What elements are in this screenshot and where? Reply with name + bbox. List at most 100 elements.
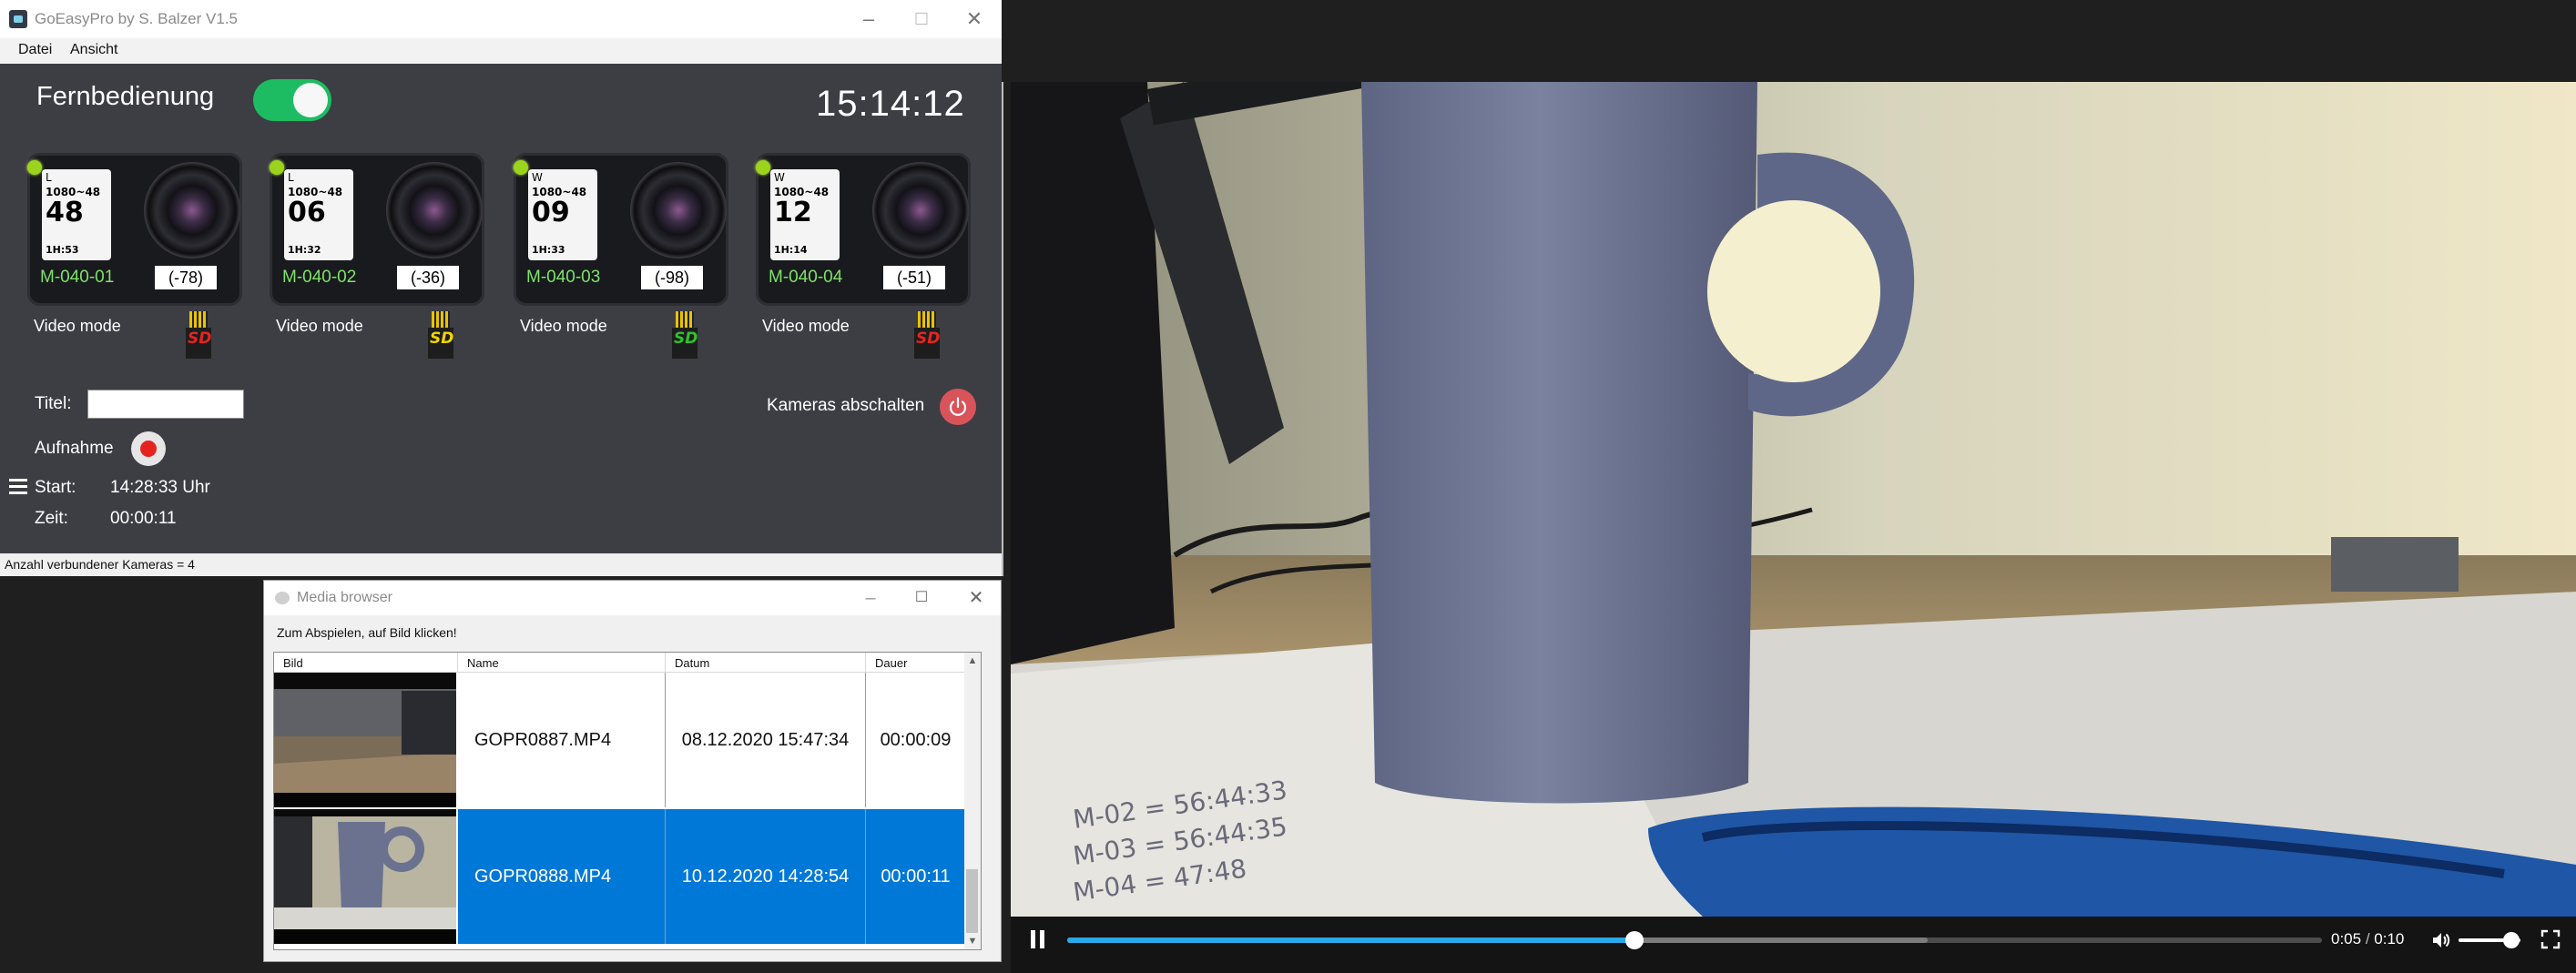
- camera-screen-time: 1H:53: [46, 244, 79, 256]
- played-range: [1067, 938, 1634, 943]
- row-duration: 00:00:11: [866, 809, 966, 944]
- column-header-datum[interactable]: Datum: [666, 653, 866, 673]
- power-off-button[interactable]: [940, 389, 976, 425]
- vertical-scrollbar[interactable]: ▲ ▼: [964, 653, 981, 949]
- title-input[interactable]: [87, 390, 244, 419]
- row-date: 08.12.2020 15:47:34: [666, 673, 866, 807]
- menu-bar: Datei Ansicht: [0, 38, 1002, 64]
- camera-status-led: [270, 160, 284, 175]
- scroll-down-arrow-icon[interactable]: ▼: [964, 933, 981, 949]
- clock: 15:14:12: [816, 84, 965, 124]
- camera-tile[interactable]: W 1080~48 12 1H:14 M-040-04 (-51): [756, 153, 974, 308]
- video-frame[interactable]: M-02 = 56:44:33 M-03 = 56:44:35 M-04 = 4…: [1011, 82, 2576, 973]
- seek-bar[interactable]: [1067, 931, 2322, 949]
- player-controls: 0:05 / 0:10: [1011, 917, 2576, 963]
- pause-button[interactable]: [1031, 930, 1045, 948]
- media-browser-window: Media browser – ☐ ✕ Zum Abspielen, auf B…: [263, 580, 1002, 962]
- table-row[interactable]: GOPR0887.MP4 08.12.2020 15:47:34 00:00:0…: [274, 673, 966, 807]
- time-display: 0:05 / 0:10: [2331, 930, 2404, 948]
- video-frame-image: M-02 = 56:44:33 M-03 = 56:44:35 M-04 = 4…: [1011, 82, 2576, 973]
- app-icon: [9, 10, 27, 28]
- power-icon: [949, 397, 967, 416]
- camera-tile[interactable]: L 1080~48 06 1H:32 M-040-02 (-36): [270, 153, 488, 308]
- volume-handle[interactable]: [2502, 932, 2520, 948]
- video-thumbnail[interactable]: [274, 809, 456, 944]
- camera-signal: (-51): [883, 266, 945, 289]
- fullscreen-icon[interactable]: [2540, 929, 2561, 949]
- camera-screen: W 1080~48 09 1H:33: [528, 169, 597, 260]
- start-value: 14:28:33 Uhr: [110, 478, 210, 497]
- camera-lens: [872, 162, 969, 258]
- media-app-icon: [275, 592, 290, 604]
- media-title-bar[interactable]: Media browser – ☐ ✕: [264, 581, 1001, 615]
- goeasypro-window: GoEasyPro by S. Balzer V1.5 – ☐ ✕ Datei …: [0, 0, 1003, 576]
- volume-icon[interactable]: [2431, 930, 2451, 950]
- camera-mode: Video mode: [34, 317, 121, 335]
- camera-screen-mode: W: [532, 171, 545, 184]
- column-header-name[interactable]: Name: [458, 653, 666, 673]
- elapsed-label: Zeit:: [35, 509, 68, 528]
- scrollbar-thumb[interactable]: [966, 869, 978, 933]
- camera-screen-number: 48: [46, 197, 84, 228]
- media-hint: Zum Abspielen, auf Bild klicken!: [277, 625, 457, 640]
- record-button[interactable]: [131, 431, 166, 466]
- media-maximize-button[interactable]: ☐: [903, 583, 940, 613]
- camera-status-led: [756, 160, 770, 175]
- camera-status-led: [514, 160, 528, 175]
- remote-label: Fernbedienung: [36, 82, 215, 111]
- title-bar[interactable]: GoEasyPro by S. Balzer V1.5 – ☐ ✕: [0, 0, 1002, 38]
- camera-status-led: [27, 160, 42, 175]
- camera-name: M-040-03: [526, 268, 601, 287]
- camera-screen: L 1080~48 06 1H:32: [284, 169, 353, 260]
- camera-tile[interactable]: L 1080~48 48 1H:53 M-040-01 (-78): [27, 153, 246, 308]
- seek-handle[interactable]: [1624, 931, 1644, 949]
- camera-tile[interactable]: W 1080~48 09 1H:33 M-040-03 (-98): [514, 153, 732, 308]
- camera-lens: [630, 162, 727, 258]
- camera-screen-mode: W: [774, 171, 788, 184]
- row-duration: 00:00:09: [866, 673, 966, 807]
- camera-screen-mode: L: [288, 171, 297, 184]
- maximize-button[interactable]: ☐: [903, 4, 940, 35]
- menu-datei[interactable]: Datei: [18, 42, 52, 58]
- toggle-knob[interactable]: [293, 83, 328, 117]
- row-date: 10.12.2020 14:28:54: [666, 809, 866, 944]
- record-label: Aufnahme: [35, 439, 114, 458]
- media-close-button[interactable]: ✕: [958, 583, 994, 613]
- camera-lens: [144, 162, 240, 258]
- menu-ansicht[interactable]: Ansicht: [70, 42, 117, 58]
- scroll-up-arrow-icon[interactable]: ▲: [964, 653, 981, 669]
- table-row-selected[interactable]: GOPR0888.MP4 10.12.2020 14:28:54 00:00:1…: [274, 809, 966, 944]
- close-button[interactable]: ✕: [956, 4, 993, 35]
- camera-screen: W 1080~48 12 1H:14: [770, 169, 840, 260]
- camera-name: M-040-01: [40, 268, 115, 287]
- camera-signal: (-36): [397, 266, 459, 289]
- start-label: Start:: [35, 478, 76, 497]
- camera-screen-number: 09: [532, 197, 570, 228]
- camera-lens: [386, 162, 483, 258]
- status-bar: Anzahl verbundener Kameras = 4: [0, 553, 1002, 576]
- time-separator: /: [2365, 930, 2370, 948]
- camera-name: M-040-04: [769, 268, 843, 287]
- thumbnail-image-1: [274, 673, 456, 807]
- remote-toggle[interactable]: [253, 79, 331, 121]
- minimize-button[interactable]: –: [850, 4, 887, 35]
- media-minimize-button[interactable]: –: [852, 583, 889, 613]
- menu-icon[interactable]: [9, 479, 27, 495]
- volume-slider[interactable]: [2459, 932, 2520, 948]
- camera-screen-time: 1H:14: [774, 244, 808, 256]
- column-header-bild[interactable]: Bild: [274, 653, 458, 673]
- sd-card-icon: SD: [672, 311, 697, 360]
- window-title: GoEasyPro by S. Balzer V1.5: [35, 10, 238, 27]
- camera-name: M-040-02: [282, 268, 357, 287]
- camera-screen-number: 06: [288, 197, 326, 228]
- video-thumbnail[interactable]: [274, 673, 456, 807]
- media-window-title: Media browser: [297, 590, 392, 605]
- title-label: Titel:: [35, 394, 72, 413]
- camera-screen-time: 1H:33: [532, 244, 565, 256]
- elapsed-value: 00:00:11: [110, 509, 177, 528]
- camera-mode: Video mode: [520, 317, 607, 335]
- camera-signal: (-98): [641, 266, 703, 289]
- column-header-dauer[interactable]: Dauer: [866, 653, 966, 673]
- status-text: Anzahl verbundener Kameras = 4: [5, 557, 195, 572]
- row-name: GOPR0888.MP4: [458, 809, 666, 944]
